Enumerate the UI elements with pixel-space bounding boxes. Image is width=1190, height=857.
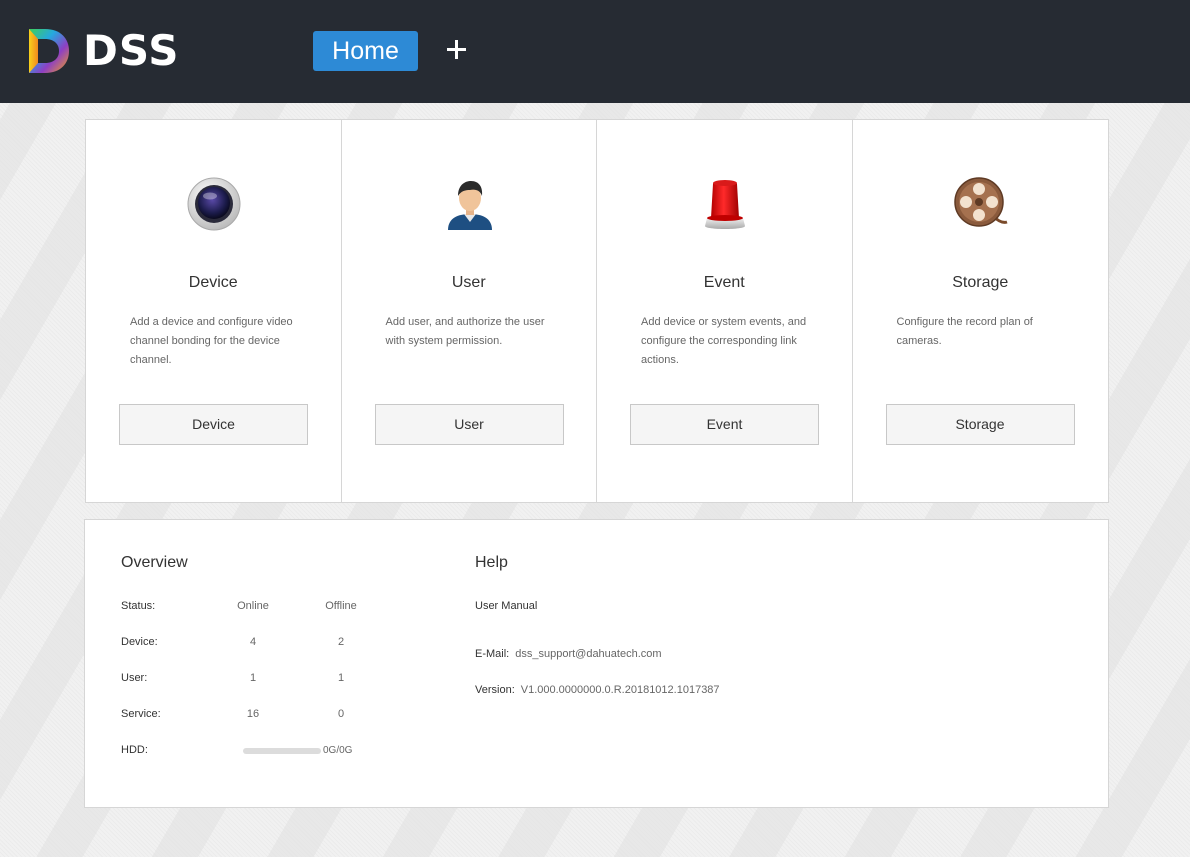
logo-text: DSS <box>83 26 180 75</box>
add-tab-plus-icon[interactable] <box>443 36 471 64</box>
card-storage-description: Configure the record plan of cameras. <box>896 316 1033 347</box>
service-count-label: Service: <box>121 708 161 720</box>
card-device-title: Device <box>188 274 238 291</box>
device-count-label: Device: <box>121 636 158 648</box>
online-header: Online <box>237 600 269 612</box>
hdd-label: HDD: <box>121 744 148 756</box>
device-offline-count: 2 <box>337 636 345 648</box>
overview-title: Overview <box>121 554 188 571</box>
card-device: Device Add a device and configure video … <box>86 120 342 502</box>
card-storage: Storage Configure the record plan of cam… <box>853 120 1109 502</box>
email-label: E-Mail: <box>475 648 510 660</box>
event-button[interactable]: Event <box>630 404 819 445</box>
card-user: User Add user, and authorize the user wi… <box>342 120 597 502</box>
version-label: Version: <box>475 684 515 696</box>
user-manual-link[interactable]: User Manual <box>475 600 537 612</box>
version-value: V1.000.0000000.0.R.20181012.1017387 <box>520 684 720 696</box>
card-device-description: Add a device and configure video channel… <box>130 316 293 366</box>
user-count-label: User: <box>121 672 148 684</box>
email-line: E-Mail: dss_support@dahuatech.com <box>475 648 662 660</box>
dss-logo: DSS <box>27 25 187 77</box>
storage-button[interactable]: Storage <box>885 404 1075 445</box>
card-event-title: Event <box>703 274 745 291</box>
user-button[interactable]: User <box>374 404 564 445</box>
hdd-usage-value: 0G/0G <box>323 745 353 756</box>
card-user-description: Add user, and authorize the user with sy… <box>385 316 545 347</box>
top-bar: DSS Home <box>0 0 1190 103</box>
card-storage-title: Storage <box>952 274 1009 291</box>
tab-home[interactable]: Home <box>313 31 418 71</box>
offline-header: Offline <box>325 600 357 612</box>
card-user-title: User <box>451 274 486 291</box>
card-event: Event Add device or system events, and c… <box>597 120 853 502</box>
module-cards: Device Add a device and configure video … <box>85 119 1109 503</box>
service-online-count: 16 <box>246 708 260 720</box>
film-reel-icon <box>953 177 1007 227</box>
card-event-description: Add device or system events, and configu… <box>641 316 807 366</box>
alarm-light-icon <box>705 180 745 229</box>
user-icon <box>447 181 492 230</box>
status-label: Status: <box>121 600 156 612</box>
user-offline-count: 1 <box>337 672 345 684</box>
hdd-usage-bar <box>243 748 321 754</box>
version-line: Version: V1.000.0000000.0.R.20181012.1017… <box>475 684 720 696</box>
device-button[interactable]: Device <box>119 404 308 445</box>
dss-logo-icon <box>29 29 69 73</box>
device-online-count: 4 <box>249 636 257 648</box>
service-offline-count: 0 <box>337 708 345 720</box>
user-online-count: 1 <box>249 672 257 684</box>
info-panel: Overview Status: Online Offline Device: … <box>84 519 1109 808</box>
camera-icon <box>187 177 241 231</box>
help-title: Help <box>475 554 508 571</box>
email-value: dss_support@dahuatech.com <box>515 648 662 660</box>
